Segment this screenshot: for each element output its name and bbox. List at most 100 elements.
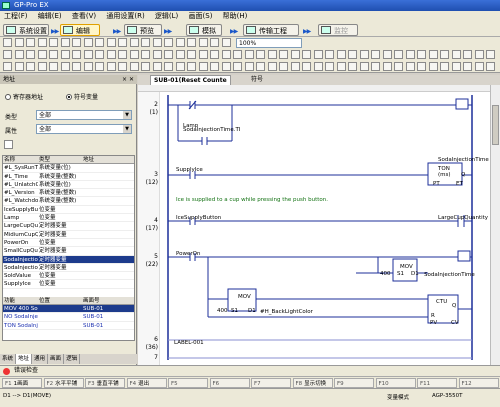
toolbar-button-icon[interactable] <box>359 62 369 71</box>
toolbar-button-icon[interactable] <box>198 50 208 59</box>
toolbar-button-icon[interactable] <box>3 50 12 59</box>
panel-tab[interactable]: 地址 <box>16 354 33 364</box>
toolbar-button-icon[interactable] <box>302 62 311 71</box>
toolbar-button-icon[interactable] <box>313 50 323 59</box>
toolbar-button-icon[interactable] <box>210 62 219 71</box>
function-key-f10[interactable]: F10 <box>375 378 416 388</box>
toolbar-button-icon[interactable] <box>175 62 185 71</box>
toolbar-button-icon[interactable] <box>325 62 334 71</box>
toolbar-button-icon[interactable] <box>49 50 58 59</box>
toolbar-button-icon[interactable] <box>37 38 47 47</box>
toolbar-button-icon[interactable] <box>221 62 231 71</box>
toolbar-button-icon[interactable] <box>152 50 162 59</box>
menu-project[interactable]: 工程(F) <box>0 11 32 22</box>
preview-button[interactable]: 预览 <box>124 24 162 36</box>
toolbar-button-icon[interactable] <box>486 50 495 59</box>
toolbar-button-icon[interactable] <box>106 50 116 59</box>
toolbar-button-icon[interactable] <box>290 62 300 71</box>
table-row[interactable]: #L_Version 系统变量(整数) <box>3 189 134 198</box>
panel-tab[interactable]: 画面 <box>48 354 65 364</box>
reference-row[interactable]: MOV 400 Sodal 5 SUB-01 <box>3 305 134 314</box>
function-key-f4[interactable]: F4 退出 <box>126 378 167 388</box>
toolbar-button-icon[interactable] <box>129 50 139 59</box>
reference-row[interactable]: TON SodaInject 3 SUB-01 <box>3 322 134 330</box>
toolbar-button-icon[interactable] <box>210 50 219 59</box>
scroll-thumb[interactable] <box>492 105 499 145</box>
toolbar-button-icon[interactable] <box>152 38 162 47</box>
toolbar-button-icon[interactable] <box>440 62 449 71</box>
table-row[interactable]: SodaInjectionTir定时器变量 <box>3 264 134 273</box>
toolbar-button-icon[interactable] <box>417 50 426 59</box>
function-key-f6[interactable]: F6 <box>209 378 250 388</box>
toolbar-button-icon[interactable] <box>474 62 484 71</box>
toolbar-button-icon[interactable] <box>428 50 438 59</box>
function-key-f9[interactable]: F9 <box>334 378 374 388</box>
toolbar-button-icon[interactable] <box>14 38 24 47</box>
toolbar-button-icon[interactable] <box>175 50 185 59</box>
table-row[interactable]: SodaInjectionTi定时器变量 <box>3 255 134 264</box>
function-key-f1[interactable]: F1 1画面 <box>2 378 42 388</box>
toolbar-button-icon[interactable] <box>405 50 415 59</box>
function-key-f7[interactable]: F7 <box>251 378 291 388</box>
toolbar-button-icon[interactable] <box>428 62 438 71</box>
mov-block-1[interactable] <box>392 258 418 282</box>
toolbar-button-icon[interactable] <box>60 38 70 47</box>
toolbar-button-icon[interactable] <box>187 50 196 59</box>
toolbar-button-icon[interactable] <box>141 38 150 47</box>
menu-view[interactable]: 查看(V) <box>68 11 100 22</box>
toolbar-button-icon[interactable] <box>106 62 116 71</box>
toolbar-button-icon[interactable] <box>118 62 127 71</box>
toolbar-button-icon[interactable] <box>72 38 81 47</box>
toolbar-button-icon[interactable] <box>325 50 334 59</box>
system-settings-button[interactable]: 系统设置 <box>3 24 49 36</box>
toolbar-button-icon[interactable] <box>83 38 93 47</box>
toolbar-button-icon[interactable] <box>371 62 380 71</box>
toolbar-button-icon[interactable] <box>279 62 288 71</box>
toolbar-button-icon[interactable] <box>14 50 24 59</box>
toolbar-button-icon[interactable] <box>164 62 173 71</box>
toolbar-button-icon[interactable] <box>118 38 127 47</box>
table-row[interactable]: PowerOn 位变量 <box>3 239 134 248</box>
toolbar-button-icon[interactable] <box>290 50 300 59</box>
toolbar-button-icon[interactable] <box>14 62 24 71</box>
toolbar-button-icon[interactable] <box>417 62 426 71</box>
toolbar-button-icon[interactable] <box>60 50 70 59</box>
menu-help[interactable]: 帮助(H) <box>219 11 252 22</box>
toolbar-button-icon[interactable] <box>371 50 380 59</box>
toolbar-button-icon[interactable] <box>474 50 484 59</box>
toolbar-button-icon[interactable] <box>141 50 150 59</box>
toolbar-button-icon[interactable] <box>187 62 196 71</box>
function-key-f3[interactable]: F3 垂直平铺 <box>85 378 125 388</box>
monitor-button[interactable]: 监控 <box>318 24 358 36</box>
toolbar-button-icon[interactable] <box>302 50 311 59</box>
toolbar-button-icon[interactable] <box>451 62 461 71</box>
toolbar-button-icon[interactable] <box>198 62 208 71</box>
table-row[interactable]: MidiumCupQuan定时器变量 <box>3 231 134 239</box>
toolbar-button-icon[interactable] <box>394 62 403 71</box>
toolbar-button-icon[interactable] <box>129 62 139 71</box>
toolbar-button-icon[interactable] <box>187 38 196 47</box>
table-row[interactable]: SmallCupQuant定时器变量 <box>3 247 134 256</box>
edit-mode-button[interactable]: 编辑 <box>60 24 100 36</box>
toolbar-button-icon[interactable] <box>336 62 346 71</box>
toolbar-button-icon[interactable] <box>129 38 139 47</box>
toolbar-button-icon[interactable] <box>336 50 346 59</box>
menu-logic[interactable]: 逻辑(L) <box>151 11 182 22</box>
toolbar-button-icon[interactable] <box>26 62 35 71</box>
toolbar-button-icon[interactable] <box>72 50 81 59</box>
toolbar-button-icon[interactable] <box>95 62 104 71</box>
toolbar-button-icon[interactable] <box>118 50 127 59</box>
type-select[interactable]: 全部 ▼ <box>36 110 132 120</box>
toolbar-button-icon[interactable] <box>486 62 495 71</box>
toolbar-button-icon[interactable] <box>451 50 461 59</box>
toolbar-button-icon[interactable] <box>3 38 12 47</box>
function-key-f8[interactable]: F8 显示切换 <box>292 378 333 388</box>
panel-tab[interactable]: 通用 <box>32 354 49 364</box>
table-row[interactable]: IceSupplyButton位变量 <box>3 206 134 215</box>
toolbar-button-icon[interactable] <box>256 62 265 71</box>
toolbar-button-icon[interactable] <box>382 62 392 71</box>
new-variable-icon[interactable] <box>4 140 13 149</box>
toolbar-button-icon[interactable] <box>256 50 265 59</box>
menu-screen[interactable]: 画面(S) <box>185 11 217 22</box>
menu-common-settings[interactable]: 通用设置(R) <box>102 11 148 22</box>
